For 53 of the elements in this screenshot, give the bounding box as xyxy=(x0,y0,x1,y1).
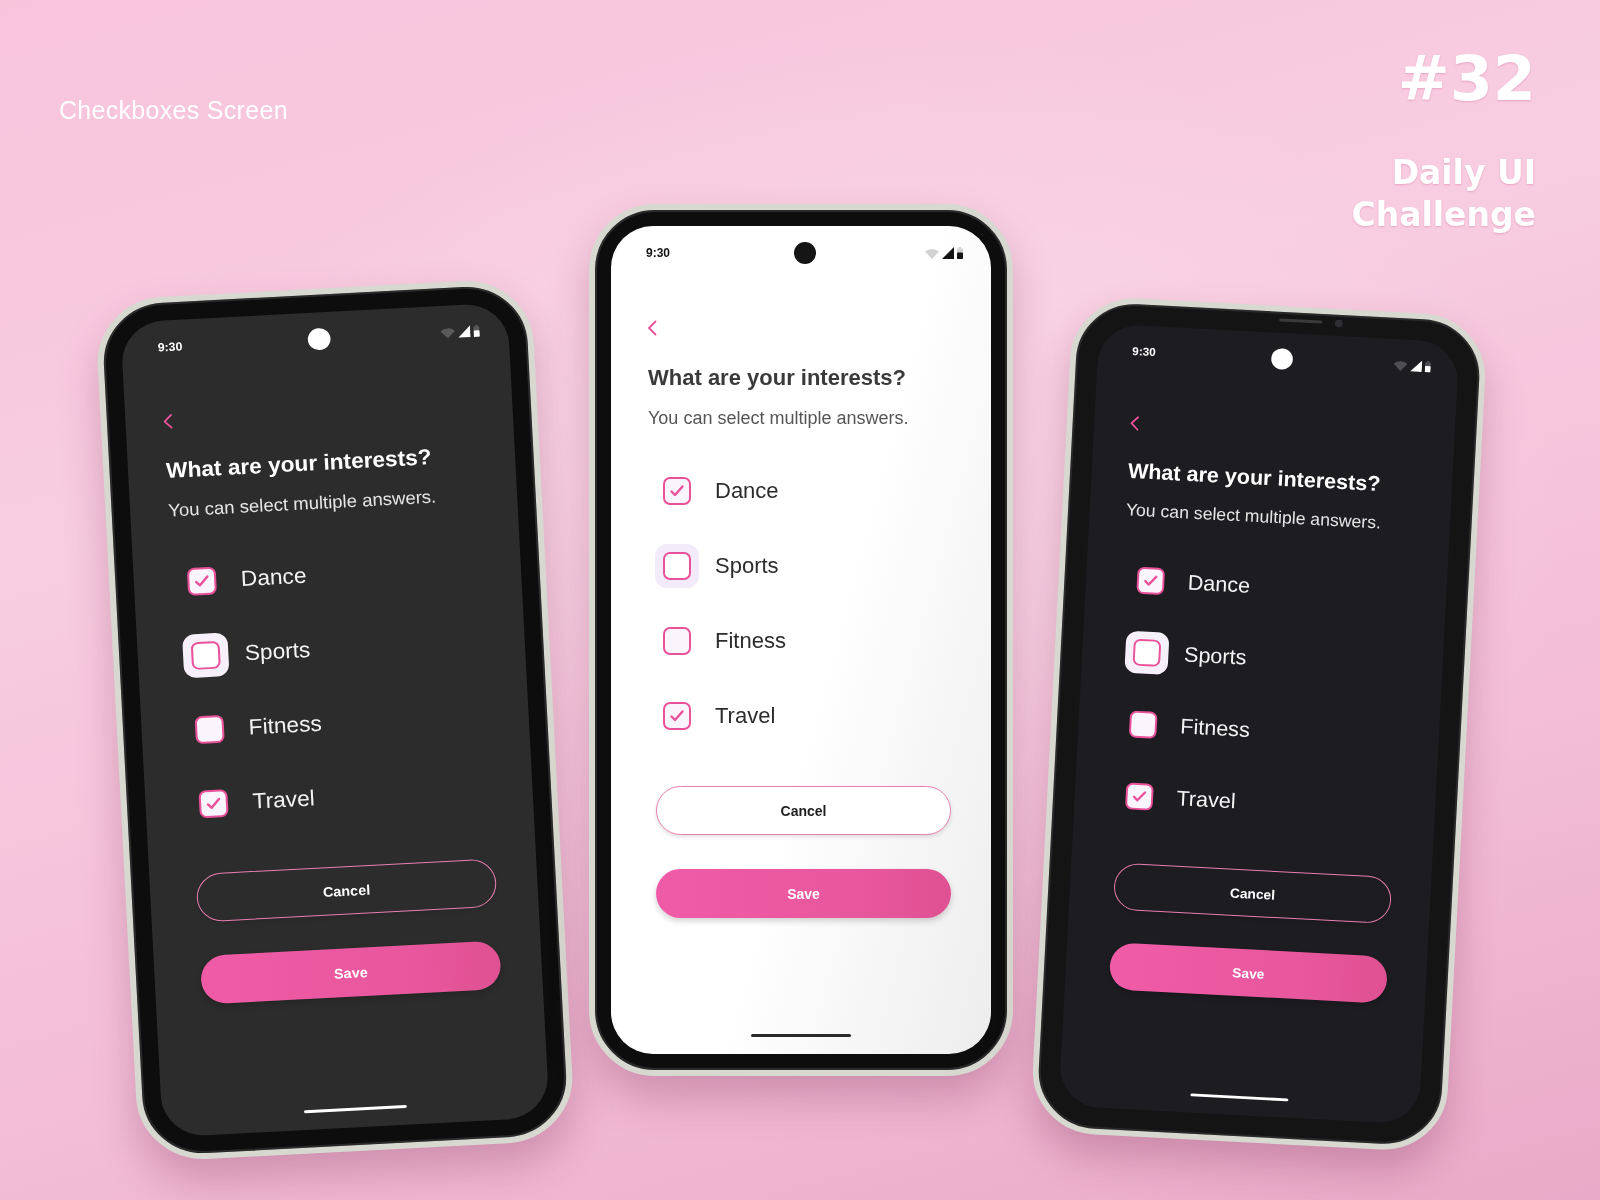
sensor-dot xyxy=(1334,319,1343,328)
screen-title: What are your interests? xyxy=(1127,458,1383,498)
screen-subtitle: You can select multiple answers. xyxy=(648,407,910,429)
checkbox[interactable] xyxy=(186,566,217,596)
back-chevron-icon[interactable] xyxy=(162,413,174,430)
signal-icon xyxy=(942,247,954,259)
status-time: 9:30 xyxy=(1131,344,1158,362)
speaker-grille xyxy=(1279,318,1323,324)
checkbox[interactable] xyxy=(663,477,691,505)
option-label: Travel xyxy=(715,703,776,729)
wifi-icon xyxy=(440,326,456,339)
camera-cutout xyxy=(1270,347,1293,371)
battery-icon xyxy=(1424,360,1432,373)
screen-subtitle: You can select multiple answers. xyxy=(1125,498,1383,535)
checkmark-icon xyxy=(669,708,685,724)
cancel-button[interactable]: Cancel xyxy=(656,786,951,835)
option-label: Sports xyxy=(244,637,311,667)
option-label: Sports xyxy=(715,553,779,579)
checkbox[interactable] xyxy=(1128,710,1158,739)
signal-icon xyxy=(457,325,471,338)
back-chevron-icon[interactable] xyxy=(647,320,657,336)
checkbox[interactable] xyxy=(1124,630,1170,675)
option-label: Dance xyxy=(240,562,308,593)
checkmark-icon xyxy=(669,483,685,499)
wifi-icon xyxy=(1393,359,1408,371)
option-label: Fitness xyxy=(715,628,786,654)
camera-cutout xyxy=(306,327,331,351)
wifi-icon xyxy=(925,247,939,259)
option-label: Travel xyxy=(1175,786,1237,815)
checkbox[interactable] xyxy=(1136,566,1166,595)
screen-title: What are your interests? xyxy=(648,365,907,391)
checkbox[interactable] xyxy=(663,702,691,730)
option-label: Fitness xyxy=(248,710,323,741)
checkbox[interactable] xyxy=(655,544,699,588)
camera-cutout xyxy=(793,242,816,264)
page-title: Checkboxes Screen xyxy=(59,96,288,125)
screen-subtitle: You can select multiple answers. xyxy=(167,485,438,522)
battery-icon xyxy=(957,247,963,259)
checkbox[interactable] xyxy=(1125,782,1154,811)
option-label: Dance xyxy=(1187,570,1251,599)
battery-icon xyxy=(473,324,480,337)
checkbox[interactable] xyxy=(663,627,691,655)
status-time: 9:30 xyxy=(157,338,184,355)
screen-title: What are your interests? xyxy=(165,443,434,484)
status-time: 9:30 xyxy=(646,246,672,260)
option-label: Dance xyxy=(715,478,779,504)
option-label: Sports xyxy=(1183,642,1247,671)
option-label: Fitness xyxy=(1179,714,1251,743)
checkbox[interactable] xyxy=(198,789,229,819)
checkbox[interactable] xyxy=(194,714,225,745)
option-label: Travel xyxy=(251,785,316,815)
checkbox[interactable] xyxy=(182,632,230,679)
back-chevron-icon[interactable] xyxy=(1129,415,1140,432)
